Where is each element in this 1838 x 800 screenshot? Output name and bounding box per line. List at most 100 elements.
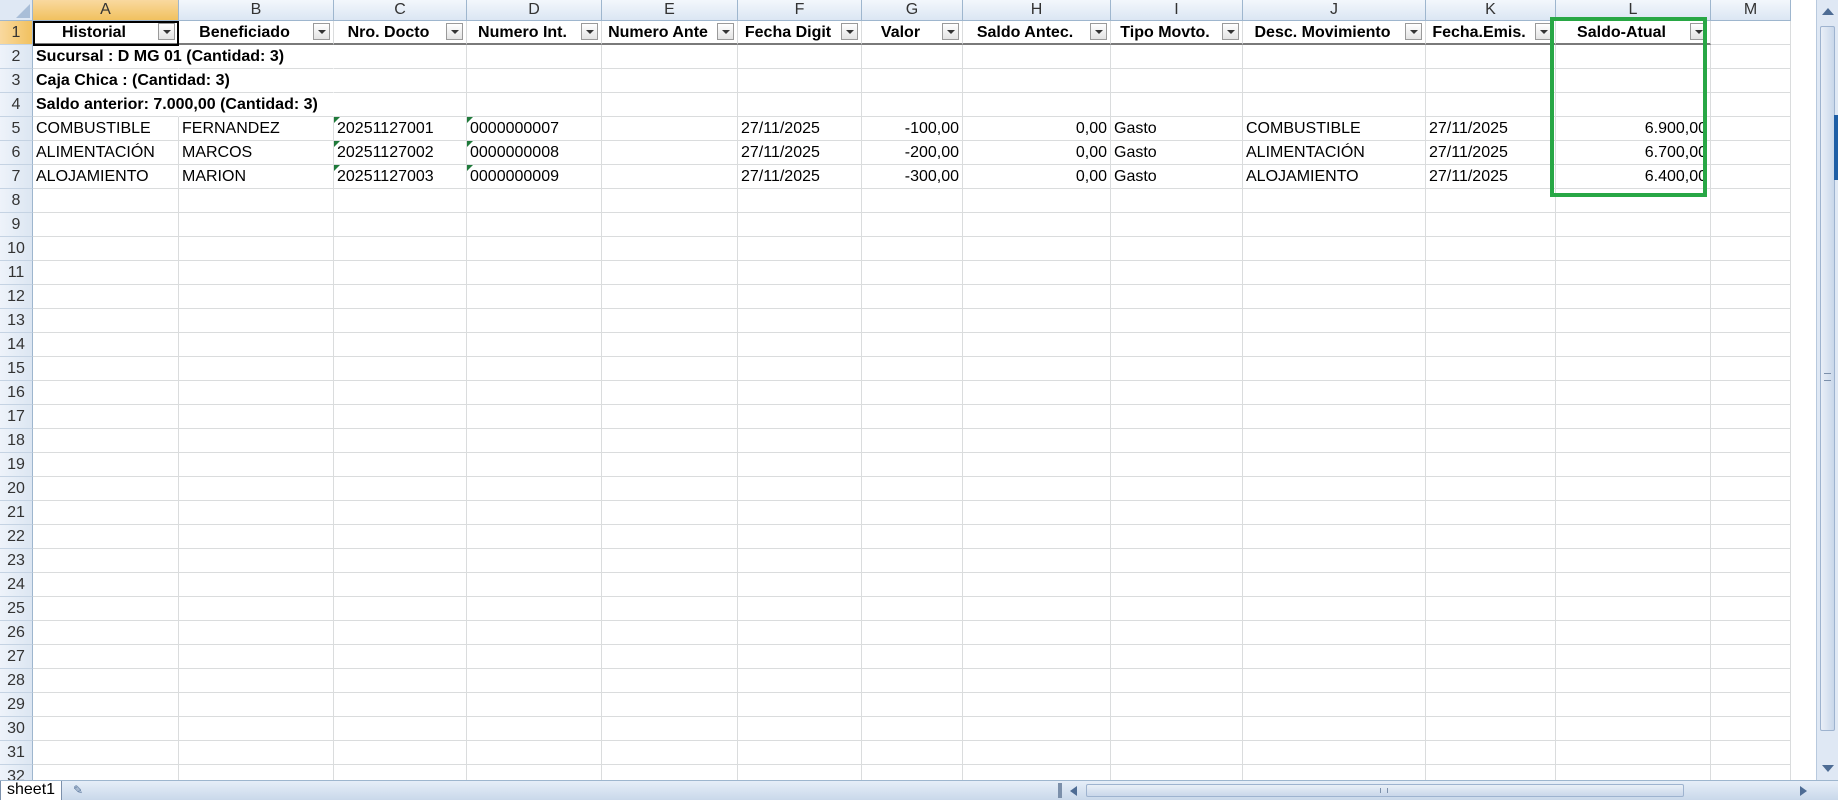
row-header-1[interactable]: 1: [0, 21, 33, 45]
filter-dropdown-icon[interactable]: [1535, 23, 1552, 40]
cell-g25[interactable]: [862, 597, 963, 621]
row-header-5[interactable]: 5: [0, 117, 33, 141]
row-header-10[interactable]: 10: [0, 237, 33, 261]
cell-f32[interactable]: [738, 765, 862, 780]
cell-l5[interactable]: 6.900,00: [1556, 117, 1711, 141]
cell-e8[interactable]: [602, 189, 738, 213]
cell-m30[interactable]: [1711, 717, 1791, 741]
cell-f5[interactable]: 27/11/2025: [738, 117, 862, 141]
column-header-d[interactable]: D: [467, 0, 602, 21]
cell-m7[interactable]: [1711, 165, 1791, 189]
row-header-15[interactable]: 15: [0, 357, 33, 381]
cell-h3[interactable]: [963, 69, 1111, 93]
cell-j25[interactable]: [1243, 597, 1426, 621]
cell-i28[interactable]: [1111, 669, 1243, 693]
cell-e12[interactable]: [602, 285, 738, 309]
cell-i18[interactable]: [1111, 429, 1243, 453]
cell-a22[interactable]: [33, 525, 179, 549]
cell-l26[interactable]: [1556, 621, 1711, 645]
cell-g21[interactable]: [862, 501, 963, 525]
cell-d3[interactable]: [467, 69, 602, 93]
summary-caja-chica[interactable]: Caja Chica : (Cantidad: 3): [33, 69, 230, 93]
cell-i32[interactable]: [1111, 765, 1243, 780]
cell-m3[interactable]: [1711, 69, 1791, 93]
cell-h20[interactable]: [963, 477, 1111, 501]
header-cell-numero-int[interactable]: Numero Int.: [467, 21, 602, 45]
cell-k4[interactable]: [1426, 93, 1556, 117]
cell-g23[interactable]: [862, 549, 963, 573]
cell-d24[interactable]: [467, 573, 602, 597]
cell-m22[interactable]: [1711, 525, 1791, 549]
cell-g28[interactable]: [862, 669, 963, 693]
cell-b17[interactable]: [179, 405, 334, 429]
cell-g13[interactable]: [862, 309, 963, 333]
cell-e4[interactable]: [602, 93, 738, 117]
cell-l22[interactable]: [1556, 525, 1711, 549]
cell-b4[interactable]: [179, 93, 334, 117]
cell-b27[interactable]: [179, 645, 334, 669]
cell-e23[interactable]: [602, 549, 738, 573]
filter-dropdown-icon[interactable]: [313, 23, 330, 40]
cell-j7[interactable]: ALOJAMIENTO: [1243, 165, 1426, 189]
header-cell-saldo-atual[interactable]: Saldo-Atual: [1556, 21, 1711, 45]
cell-l25[interactable]: [1556, 597, 1711, 621]
cell-a10[interactable]: [33, 237, 179, 261]
cell-d6[interactable]: 0000000008: [467, 141, 602, 165]
cell-f22[interactable]: [738, 525, 862, 549]
filter-dropdown-icon[interactable]: [942, 23, 959, 40]
column-header-h[interactable]: H: [963, 0, 1111, 21]
cell-d22[interactable]: [467, 525, 602, 549]
cell-g30[interactable]: [862, 717, 963, 741]
cell-d30[interactable]: [467, 717, 602, 741]
cell-l24[interactable]: [1556, 573, 1711, 597]
cell-a17[interactable]: [33, 405, 179, 429]
filter-dropdown-icon[interactable]: [1222, 23, 1239, 40]
cell-e18[interactable]: [602, 429, 738, 453]
cell-m25[interactable]: [1711, 597, 1791, 621]
filter-dropdown-icon[interactable]: [581, 23, 598, 40]
row-header-11[interactable]: 11: [0, 261, 33, 285]
filter-dropdown-icon[interactable]: [1090, 23, 1107, 40]
cell-k29[interactable]: [1426, 693, 1556, 717]
cell-c21[interactable]: [334, 501, 467, 525]
cell-j22[interactable]: [1243, 525, 1426, 549]
scroll-up-icon[interactable]: [1822, 8, 1834, 15]
row-header-17[interactable]: 17: [0, 405, 33, 429]
cell-a20[interactable]: [33, 477, 179, 501]
cell-k30[interactable]: [1426, 717, 1556, 741]
cell-j21[interactable]: [1243, 501, 1426, 525]
cell-d2[interactable]: [467, 45, 602, 69]
filter-dropdown-icon[interactable]: [1690, 23, 1707, 40]
cell-j30[interactable]: [1243, 717, 1426, 741]
filter-dropdown-icon[interactable]: [717, 23, 734, 40]
cell-h17[interactable]: [963, 405, 1111, 429]
cell-l19[interactable]: [1556, 453, 1711, 477]
row-header-27[interactable]: 27: [0, 645, 33, 669]
cell-m19[interactable]: [1711, 453, 1791, 477]
cell-b23[interactable]: [179, 549, 334, 573]
cell-j12[interactable]: [1243, 285, 1426, 309]
tab-split-handle[interactable]: [1058, 783, 1062, 798]
cell-d23[interactable]: [467, 549, 602, 573]
sheet-tab-sheet1[interactable]: sheet1: [0, 781, 63, 800]
cell-e25[interactable]: [602, 597, 738, 621]
cell-m13[interactable]: [1711, 309, 1791, 333]
cell-j2[interactable]: [1243, 45, 1426, 69]
cell-b14[interactable]: [179, 333, 334, 357]
column-header-m[interactable]: M: [1711, 0, 1791, 21]
cell-h25[interactable]: [963, 597, 1111, 621]
cell-m28[interactable]: [1711, 669, 1791, 693]
cell-d9[interactable]: [467, 213, 602, 237]
cell-l6[interactable]: 6.700,00: [1556, 141, 1711, 165]
cell-l16[interactable]: [1556, 381, 1711, 405]
cell-k10[interactable]: [1426, 237, 1556, 261]
row-header-32[interactable]: 32: [0, 765, 33, 780]
cell-j8[interactable]: [1243, 189, 1426, 213]
cell-j17[interactable]: [1243, 405, 1426, 429]
cell-l8[interactable]: [1556, 189, 1711, 213]
row-header-7[interactable]: 7: [0, 165, 33, 189]
cell-h22[interactable]: [963, 525, 1111, 549]
cell-k24[interactable]: [1426, 573, 1556, 597]
cell-f14[interactable]: [738, 333, 862, 357]
cell-l20[interactable]: [1556, 477, 1711, 501]
